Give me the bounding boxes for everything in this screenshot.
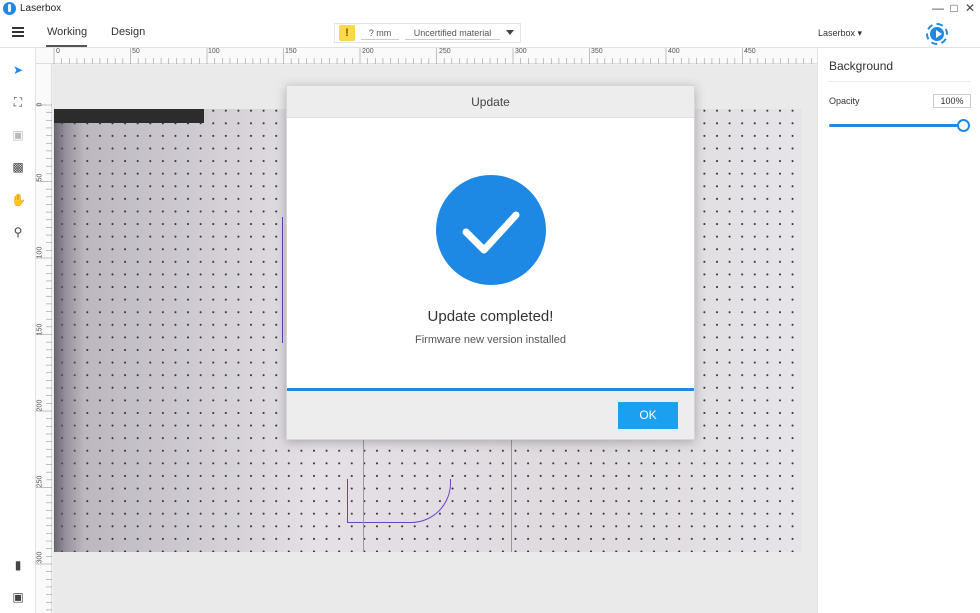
laserbox-app: Laserbox — □ ✕ Working Design ! ? mm Unc… [0, 0, 980, 613]
update-dialog: Update Update completed! Firmware new ve… [286, 85, 695, 440]
dialog-title: Update [287, 86, 694, 118]
dialog-footer: OK [287, 391, 694, 439]
dialog-subtext: Firmware new version installed [415, 334, 566, 346]
dialog-heading: Update completed! [427, 308, 554, 325]
modal-overlay: Update Update completed! Firmware new ve… [0, 0, 980, 613]
check-circle-icon [436, 175, 546, 285]
ok-button[interactable]: OK [618, 402, 678, 429]
